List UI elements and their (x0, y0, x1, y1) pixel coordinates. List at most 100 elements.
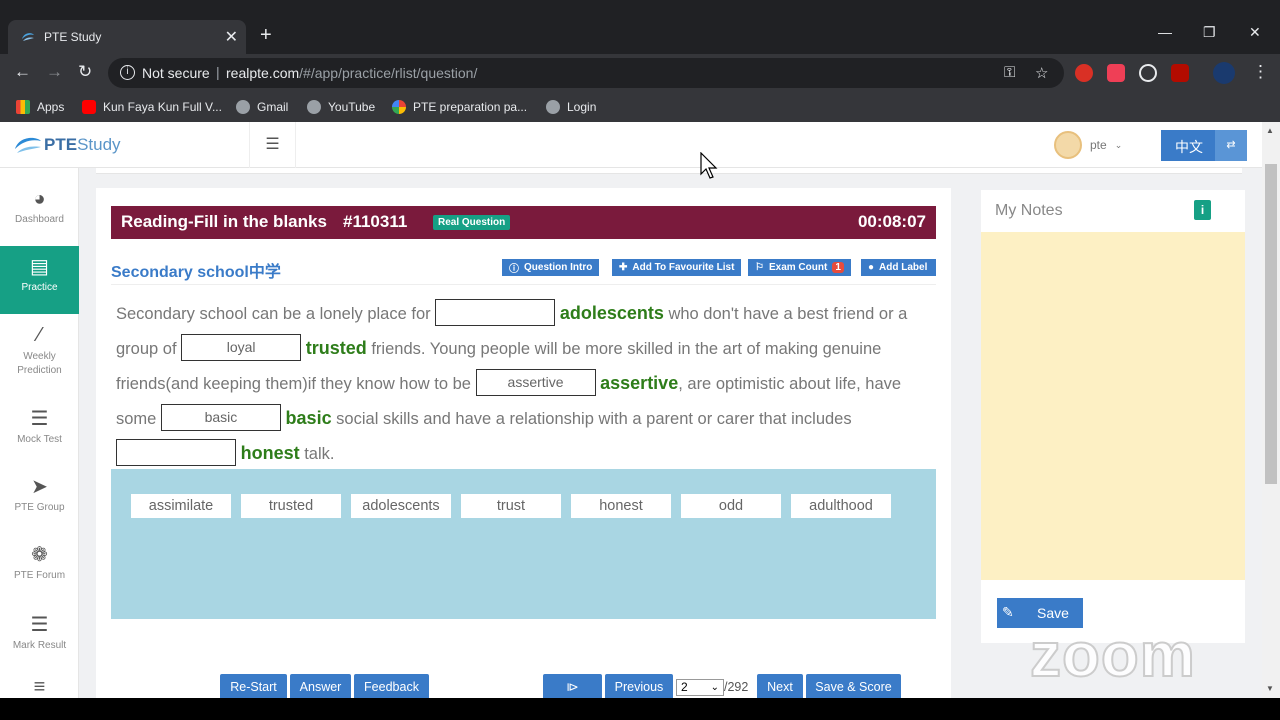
url-text: realpte.com/#/app/practice/rlist/questio… (226, 65, 478, 81)
chrome-menu-icon[interactable]: ⋮ (1252, 62, 1269, 82)
exam-count-button[interactable]: ⚐ Exam Count 1 (748, 259, 851, 276)
word-bank: assimilate trusted adolescents trust hon… (111, 469, 936, 619)
chevron-down-icon: ⌄ (1114, 139, 1123, 150)
not-secure-label: Not secure (142, 65, 210, 81)
timer: 00:08:07 (857, 212, 926, 231)
chevron-down-icon: ⌄ (710, 682, 719, 693)
blank-3[interactable]: assertive (475, 369, 596, 397)
tab-title: PTE Study (44, 30, 102, 44)
pte-favicon-icon (22, 33, 34, 41)
restore-icon[interactable]: ❐ (1203, 24, 1216, 41)
info-icon[interactable]: i (1194, 200, 1211, 220)
word-option[interactable]: odd (681, 494, 781, 518)
question-intro-button[interactable]: ⓘ Question Intro (502, 259, 600, 276)
sidebar-item-list[interactable]: ≡ (0, 672, 79, 698)
document-icon: ▤ (30, 256, 49, 278)
browser-tabbar: PTE Study ✕ + — ❐ ✕ (0, 0, 1280, 54)
bookmark-youtube[interactable]: YouTube (307, 97, 375, 117)
language-button[interactable]: 中文 ⇄ (1161, 130, 1247, 161)
paper-plane-icon: ➤ (31, 476, 48, 498)
search-extension-icon[interactable] (1139, 64, 1157, 82)
profile-avatar[interactable] (1213, 62, 1235, 84)
feedback-button[interactable]: Feedback (354, 674, 429, 698)
zoom-watermark: zoom (1029, 620, 1196, 691)
back-icon[interactable]: ← (14, 62, 31, 82)
mouse-cursor-icon (700, 152, 718, 179)
sidebar-item-practice[interactable]: ▤ Practice (0, 246, 79, 314)
forward-icon[interactable]: → (46, 62, 63, 82)
browser-toolbar: ← → ↻ i Not secure | realpte.com/#/app/p… (0, 54, 1280, 92)
blank-4[interactable]: basic (160, 404, 281, 432)
question-title: Secondary school中学 (111, 264, 281, 281)
add-favourite-button[interactable]: ✚ Add To Favourite List (612, 259, 742, 276)
notes-panel: My Notes i ✎ Save (981, 190, 1245, 643)
word-option[interactable]: honest (571, 494, 671, 518)
save-score-button[interactable]: Save & Score (806, 674, 901, 698)
scroll-down-icon[interactable]: ▼ (1266, 684, 1274, 693)
answer-2: trusted (305, 338, 367, 358)
sidebar-item-weekly-prediction[interactable]: ⁄ Weekly Prediction (0, 314, 79, 382)
menu-toggle-icon[interactable]: ☰ (249, 122, 296, 168)
blank-1[interactable] (435, 299, 556, 327)
notes-textarea[interactable] (981, 232, 1245, 580)
info-icon[interactable]: i (120, 65, 135, 80)
word-option[interactable]: adolescents (351, 494, 451, 518)
exam-count-badge: 1 (832, 262, 844, 273)
sidebar-item-pte-group[interactable]: ➤ PTE Group (0, 466, 79, 534)
browser-tab[interactable]: PTE Study ✕ (8, 20, 246, 54)
pdf-extension-icon[interactable] (1171, 64, 1189, 82)
user-menu[interactable]: pte ⌄ (1054, 131, 1122, 159)
bookmark-login[interactable]: Login (546, 97, 596, 117)
bookmark-pte-preparation[interactable]: PTE preparation pa... (392, 97, 527, 117)
sidebar-item-pte-forum[interactable]: ❁ PTE Forum (0, 534, 79, 602)
play-button[interactable]: ⧐ (543, 674, 602, 698)
blank-5[interactable] (116, 439, 236, 467)
previous-button[interactable]: Previous (605, 674, 673, 698)
bookmark-star-icon[interactable]: ☆ (1035, 64, 1048, 82)
globe-icon (236, 100, 250, 114)
sidebar-item-dashboard[interactable]: ◕ Dashboard (0, 178, 79, 246)
close-tab-icon[interactable]: ✕ (225, 27, 238, 47)
avatar (1054, 131, 1082, 159)
restart-button[interactable]: Re-Start (220, 674, 287, 698)
add-label-button[interactable]: ● Add Label (861, 259, 936, 276)
bookmark-apps[interactable]: Apps (16, 97, 64, 117)
pte-study-logo[interactable]: PTEStudy (14, 132, 121, 158)
sidebar-item-mock-test[interactable]: ☰ Mock Test (0, 398, 79, 466)
bookmark-gmail[interactable]: Gmail (236, 97, 288, 117)
question-circle-icon: ⓘ (509, 264, 519, 275)
content-top-strip (96, 168, 1242, 174)
answer-1: adolescents (559, 303, 664, 323)
scrollbar-thumb[interactable] (1265, 164, 1277, 484)
reload-icon[interactable]: ↻ (78, 62, 92, 82)
word-option[interactable]: assimilate (131, 494, 231, 518)
user-name: pte (1090, 138, 1107, 152)
passage-text: Secondary school can be a lonely place f… (116, 305, 431, 323)
globe-icon (546, 100, 560, 114)
key-icon[interactable]: ⚿ (1004, 64, 1015, 81)
question-header: Reading-Fill in the blanks #110311 Real … (111, 206, 936, 239)
tag-icon: ● (868, 262, 875, 273)
pocket-extension-icon[interactable] (1107, 64, 1125, 82)
word-option[interactable]: adulthood (791, 494, 891, 518)
sidebar-item-mark-result[interactable]: ☰ Mark Result (0, 604, 79, 672)
answer-button[interactable]: Answer (290, 674, 351, 698)
sidebar: ◕ Dashboard ▤ Practice ⁄ Weekly Predicti… (0, 168, 79, 698)
close-window-icon[interactable]: ✕ (1249, 24, 1261, 41)
bookmark-kun-faya[interactable]: Kun Faya Kun Full V... (82, 97, 222, 117)
scroll-up-icon[interactable]: ▲ (1266, 126, 1274, 135)
new-tab-icon[interactable]: + (260, 24, 272, 47)
address-bar[interactable]: i Not secure | realpte.com/#/app/practic… (108, 58, 1064, 88)
adblock-extension-icon[interactable] (1075, 64, 1093, 82)
page-scrollbar[interactable]: ▲ ▼ (1262, 122, 1280, 698)
bookmarks-bar: Apps Kun Faya Kun Full V... Gmail YouTub… (0, 92, 1280, 122)
word-option[interactable]: trust (461, 494, 561, 518)
minimize-icon[interactable]: — (1158, 24, 1172, 40)
word-option[interactable]: trusted (241, 494, 341, 518)
blank-2[interactable]: loyal (181, 334, 302, 362)
language-label: 中文 (1175, 139, 1203, 155)
page-select[interactable]: 2 ⌄ (676, 679, 724, 696)
next-button[interactable]: Next (757, 674, 803, 698)
answer-4: basic (285, 408, 332, 428)
notes-title: My Notes (995, 202, 1063, 219)
